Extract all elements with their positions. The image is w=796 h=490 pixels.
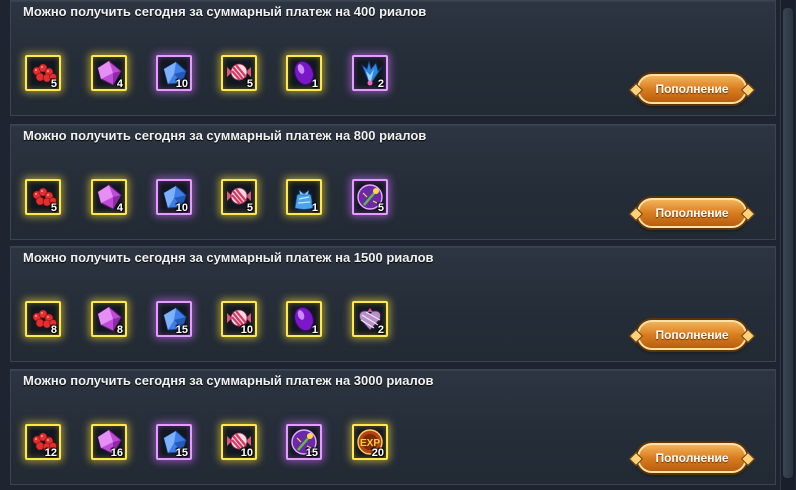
- item-quantity: 16: [110, 447, 123, 459]
- topup-button[interactable]: Пополнение: [637, 443, 747, 473]
- item-slot[interactable]: 1: [286, 301, 322, 337]
- topup-button[interactable]: Пополнение: [637, 74, 747, 104]
- item-quantity: 10: [240, 324, 253, 336]
- item-slot[interactable]: 4: [91, 55, 127, 91]
- reward-title: Можно получить сегодня за суммарный плат…: [23, 250, 434, 265]
- item-slot[interactable]: 5: [25, 179, 61, 215]
- item-slot[interactable]: 8: [25, 301, 61, 337]
- item-quantity: 5: [50, 202, 57, 214]
- item-quantity: 5: [246, 78, 253, 90]
- item-quantity: 15: [175, 447, 188, 459]
- item-quantity: 8: [50, 324, 57, 336]
- item-slot[interactable]: 5: [221, 55, 257, 91]
- reward-panel: Можно получить сегодня за суммарный плат…: [10, 369, 776, 485]
- item-slot[interactable]: 15: [156, 301, 192, 337]
- reward-panel: Можно получить сегодня за суммарный плат…: [10, 0, 776, 116]
- item-quantity: 15: [175, 324, 188, 336]
- item-quantity: 5: [246, 202, 253, 214]
- item-quantity: 5: [377, 202, 384, 214]
- topup-button[interactable]: Пополнение: [637, 320, 747, 350]
- item-quantity: 2: [377, 324, 384, 336]
- item-slot[interactable]: 1: [286, 179, 322, 215]
- item-quantity: 20: [371, 447, 384, 459]
- item-quantity: 4: [116, 78, 123, 90]
- item-quantity: 5: [50, 78, 57, 90]
- item-slot[interactable]: 10: [156, 55, 192, 91]
- item-slot[interactable]: 5: [221, 179, 257, 215]
- item-slot[interactable]: 15: [156, 424, 192, 460]
- item-slot[interactable]: 8: [91, 301, 127, 337]
- item-slot[interactable]: 1: [286, 55, 322, 91]
- reward-list: Можно получить сегодня за суммарный плат…: [0, 0, 796, 490]
- item-slot[interactable]: 5: [352, 179, 388, 215]
- item-quantity: 10: [175, 202, 188, 214]
- item-quantity: 1: [311, 324, 318, 336]
- topup-button[interactable]: Пополнение: [637, 198, 747, 228]
- item-slot[interactable]: 2: [352, 55, 388, 91]
- reward-panel: Можно получить сегодня за суммарный плат…: [10, 246, 776, 362]
- item-quantity: 1: [311, 78, 318, 90]
- item-quantity: 8: [116, 324, 123, 336]
- item-slot[interactable]: 10: [221, 424, 257, 460]
- item-slot[interactable]: 12: [25, 424, 61, 460]
- item-quantity: 2: [377, 78, 384, 90]
- reward-title: Можно получить сегодня за суммарный плат…: [23, 4, 427, 19]
- scrollbar-thumb[interactable]: [783, 8, 793, 478]
- scrollbar[interactable]: [780, 0, 795, 490]
- item-quantity: 4: [116, 202, 123, 214]
- item-slot[interactable]: EXP 20: [352, 424, 388, 460]
- reward-title: Можно получить сегодня за суммарный плат…: [23, 373, 434, 388]
- item-slot[interactable]: 2: [352, 301, 388, 337]
- item-slot[interactable]: 15: [286, 424, 322, 460]
- item-quantity: 10: [175, 78, 188, 90]
- item-slot[interactable]: 5: [25, 55, 61, 91]
- item-quantity: 12: [44, 447, 57, 459]
- item-quantity: 1: [311, 202, 318, 214]
- reward-title: Можно получить сегодня за суммарный плат…: [23, 128, 427, 143]
- item-quantity: 15: [305, 447, 318, 459]
- item-quantity: 10: [240, 447, 253, 459]
- item-slot[interactable]: 4: [91, 179, 127, 215]
- item-slot[interactable]: 16: [91, 424, 127, 460]
- item-slot[interactable]: 10: [156, 179, 192, 215]
- item-slot[interactable]: 10: [221, 301, 257, 337]
- reward-panel: Можно получить сегодня за суммарный плат…: [10, 124, 776, 240]
